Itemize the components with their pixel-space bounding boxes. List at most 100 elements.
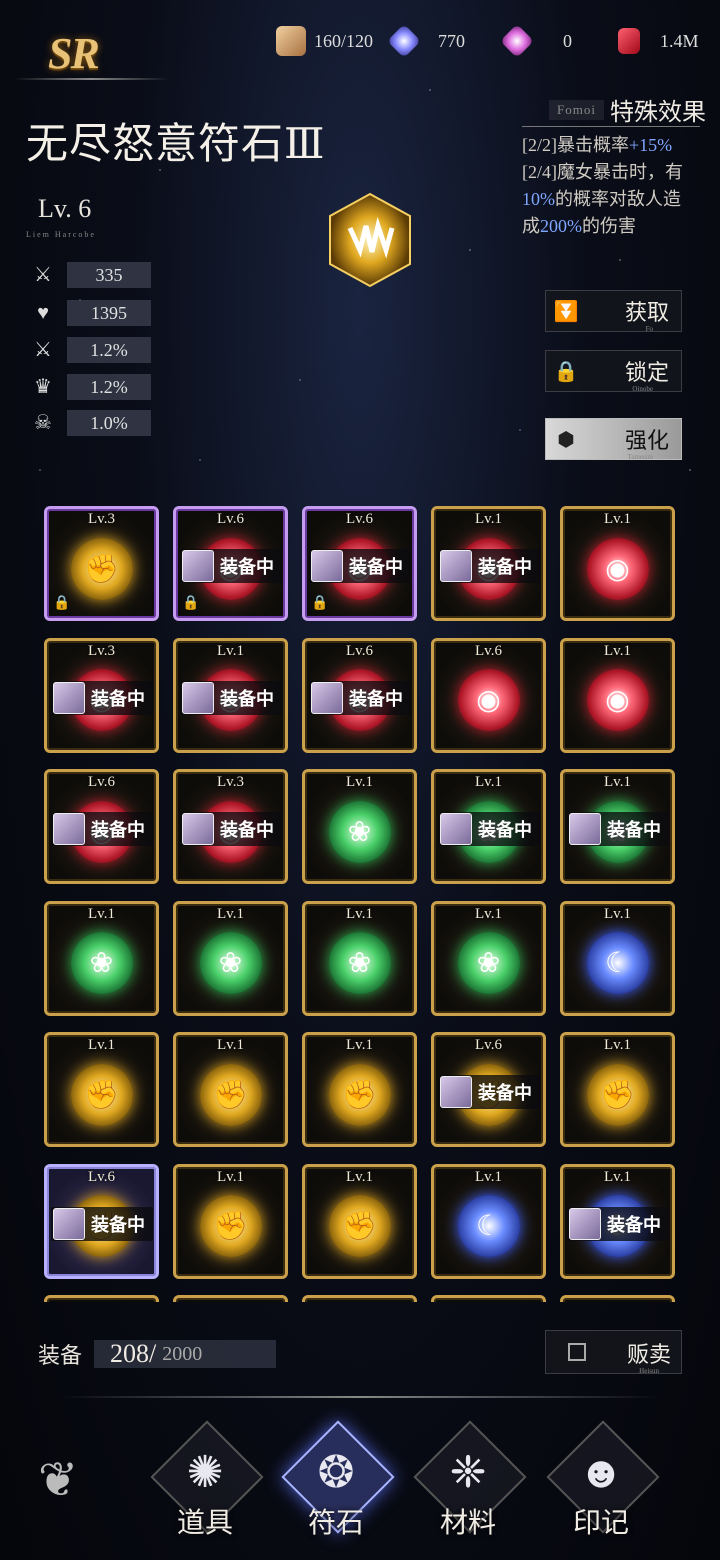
- rune-slot[interactable]: Lv.6✊装备中: [431, 1032, 546, 1147]
- nav-tab-items[interactable]: ✺ 道具: [145, 1420, 265, 1545]
- rune-level: Lv.1: [604, 774, 631, 790]
- currency-pink-crystal[interactable]: 0: [500, 24, 572, 58]
- equipped-label: 装备中: [607, 820, 661, 841]
- currency-scroll[interactable]: 160/120: [276, 24, 373, 58]
- rune-slot[interactable]: Lv.3 ✊ 🔒: [44, 506, 159, 621]
- stat-value: 1.2%: [67, 374, 151, 400]
- bottom-divider: [60, 1396, 660, 1398]
- rune-slot[interactable]: Lv.6◉装备中: [302, 637, 417, 753]
- yellow-rune-icon: ✊: [586, 1063, 649, 1126]
- rarity-divider: [14, 78, 169, 80]
- rune-slot[interactable]: Lv.1 ❀: [44, 900, 159, 1016]
- rune-slot[interactable]: Lv.1 ✊: [560, 1032, 675, 1147]
- rune-slot[interactable]: [560, 1295, 675, 1302]
- rune-slot[interactable]: Lv.1☾装备中: [560, 1163, 675, 1279]
- rune-level: Lv.1: [217, 642, 244, 659]
- green-rune-icon: ❀: [70, 932, 133, 995]
- nav-tab-runes[interactable]: ❂ 符石: [276, 1420, 396, 1545]
- rune-slot[interactable]: Lv.1 ✊: [173, 1032, 288, 1147]
- rune-level: Lv.3: [217, 774, 244, 790]
- rune-slot[interactable]: Lv.1 ❀: [431, 900, 546, 1016]
- equipped-tag: 装备中: [438, 812, 540, 846]
- character-avatar: [182, 550, 214, 582]
- character-avatar: [440, 813, 472, 845]
- rune-slot[interactable]: Lv.1 ✊: [302, 1163, 417, 1279]
- character-avatar: [440, 1076, 472, 1108]
- rune-slot[interactable]: [44, 1295, 159, 1302]
- green-rune-icon: ❀: [328, 932, 391, 995]
- green-rune-icon: ❀: [457, 932, 520, 995]
- character-avatar: [569, 1207, 601, 1240]
- rune-slot[interactable]: Lv.6◉装备中🔒: [302, 506, 417, 621]
- enhance-button[interactable]: ⬢ 强化 Tamesim: [545, 418, 682, 461]
- obtain-button[interactable]: ⏬ 获取 Fo: [545, 290, 682, 333]
- rune-slot[interactable]: Lv.1 ✊: [44, 1032, 159, 1147]
- rune-slot[interactable]: Lv.3◉装备中: [173, 769, 288, 884]
- character-avatar: [53, 813, 85, 845]
- rune-slot[interactable]: [431, 1295, 546, 1302]
- cube-icon: ⬢: [557, 428, 575, 451]
- effect-2-text: 的概率对敌人造: [555, 189, 681, 209]
- enhance-label: 强化: [624, 428, 669, 453]
- rune-slot[interactable]: Lv.1 ❀: [302, 769, 417, 884]
- rune-slot[interactable]: [302, 1295, 417, 1302]
- sun-emblem-icon: ✺: [186, 1448, 224, 1497]
- rune-flame-icon: ❂: [317, 1448, 355, 1497]
- rune-level: Lv.6: [475, 1037, 502, 1053]
- rune-slot[interactable]: Lv.6◉装备中🔒: [173, 506, 288, 621]
- rune-level: Lv.6: [88, 1168, 115, 1185]
- rune-slot[interactable]: Lv.1 ✊: [302, 1032, 417, 1147]
- rune-slot[interactable]: Lv.1◉装备中: [431, 506, 546, 621]
- rune-slot[interactable]: [173, 1295, 288, 1302]
- sell-button[interactable]: 贩卖 Heisun: [545, 1330, 682, 1375]
- rune-slot[interactable]: Lv.1 ❀: [302, 900, 417, 1016]
- effect-2-text: [2/4]魔女暴击时，有: [522, 162, 683, 182]
- rune-grid[interactable]: Lv.3✊🔒Lv.6◉装备中🔒Lv.6◉装备中🔒Lv.1◉装备中Lv.1◉Lv.…: [44, 506, 676, 1302]
- nav-tab-marks[interactable]: ☻ 印记: [541, 1420, 661, 1545]
- effect-1-text: [2/2]暴击概率: [522, 135, 629, 155]
- rune-slot[interactable]: Lv.1 ✊: [173, 1163, 288, 1279]
- rarity-badge: SR: [48, 29, 100, 78]
- red-rune-icon: ◉: [586, 537, 649, 600]
- rune-slot[interactable]: Lv.1 ☾: [431, 1163, 546, 1279]
- rune-slot[interactable]: Lv.3◉装备中: [44, 637, 159, 753]
- nav-label: 材料: [439, 1508, 496, 1539]
- lock-button[interactable]: 🔒 锁定 Oinobe: [545, 350, 682, 393]
- currency-value: 1.4M: [660, 30, 699, 51]
- currency-red-gem[interactable]: 1.4M: [618, 24, 699, 58]
- stat-crown: ♛ 1.2%: [30, 374, 151, 400]
- equipped-tag: 装备中: [309, 680, 411, 715]
- equipped-tag: 装备中: [180, 680, 282, 715]
- rune-level: Lv.1: [604, 1037, 631, 1053]
- rune-slot[interactable]: Lv.1◉装备中: [173, 637, 288, 753]
- obtain-sub: Fo: [645, 325, 653, 333]
- green-rune-icon: ❀: [199, 932, 262, 995]
- rune-level: Lv.1: [346, 1037, 373, 1053]
- nav-tab-materials[interactable]: ❈ 材料: [408, 1420, 528, 1545]
- stat-value: 1395: [67, 300, 151, 326]
- rune-slot[interactable]: Lv.1❀装备中: [431, 769, 546, 884]
- equipped-label: 装备中: [478, 820, 532, 841]
- effect-2-text: 的伤害: [582, 216, 636, 236]
- equipped-label: 装备中: [607, 1214, 661, 1236]
- character-avatar: [569, 813, 601, 845]
- currency-blue-crystal[interactable]: 770: [387, 24, 465, 58]
- rune-slot[interactable]: Lv.1 ❀: [173, 900, 288, 1016]
- effect-2-chance: 10%: [522, 189, 555, 209]
- rune-slot[interactable]: Lv.1❀装备中: [560, 769, 675, 884]
- rune-slot[interactable]: Lv.6✊装备中: [44, 1163, 159, 1279]
- yellow-rune-icon: ✊: [70, 1063, 133, 1126]
- rune-slot[interactable]: Lv.6 ◉: [431, 637, 546, 753]
- rune-slot[interactable]: Lv.6◉装备中: [44, 769, 159, 884]
- equipped-tag: 装备中: [438, 1075, 540, 1109]
- rune-level: Lv.6: [217, 511, 244, 527]
- equipped-label: 装备中: [478, 557, 532, 578]
- item-level: Lv. 6: [38, 194, 92, 223]
- rune-slot[interactable]: Lv.1 ◉: [560, 506, 675, 621]
- rune-level: Lv.1: [475, 511, 502, 527]
- equipped-label: 装备中: [349, 557, 403, 578]
- rune-slot[interactable]: Lv.1 ☾: [560, 900, 675, 1016]
- yellow-rune-icon: ✊: [328, 1195, 391, 1258]
- sell-checkbox[interactable]: [568, 1343, 586, 1361]
- rune-slot[interactable]: Lv.1 ◉: [560, 637, 675, 753]
